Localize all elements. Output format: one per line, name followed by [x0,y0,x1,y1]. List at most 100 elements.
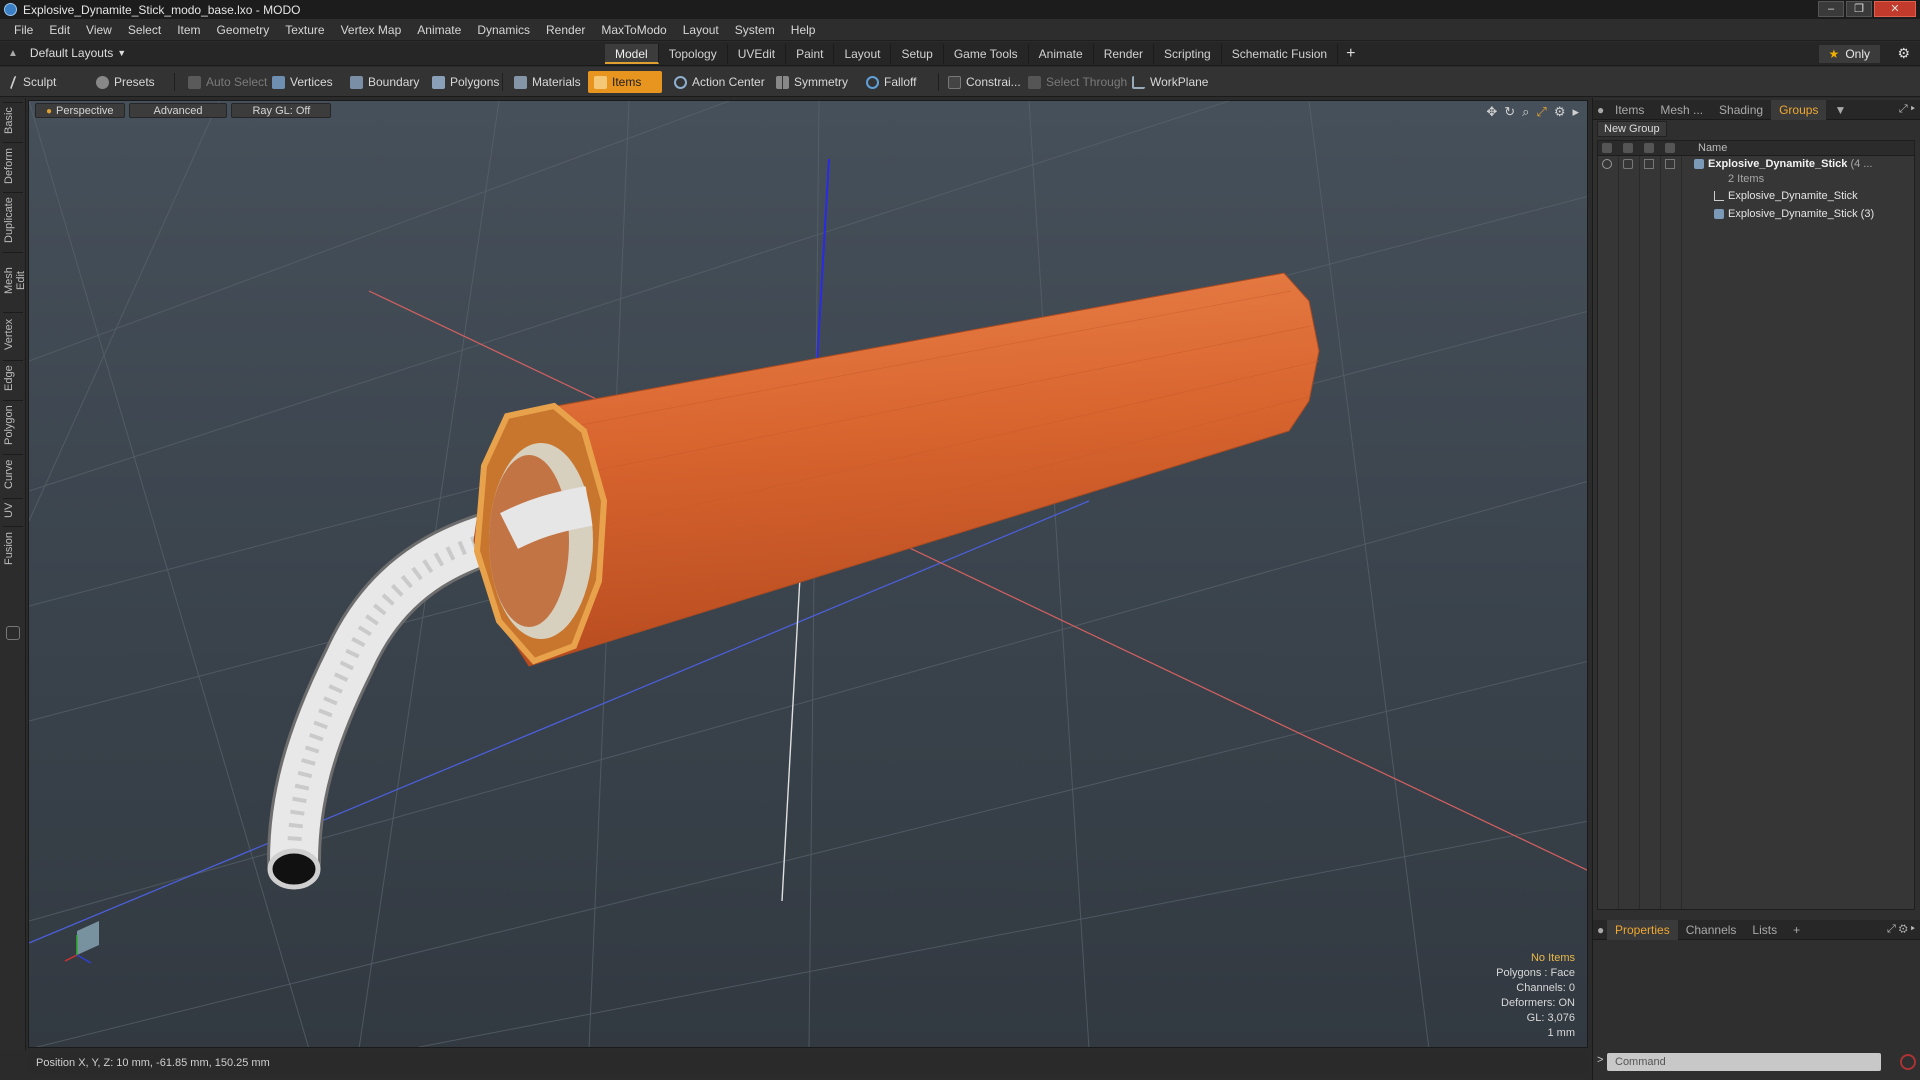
tab-animate[interactable]: Animate [1029,44,1094,64]
3d-viewport[interactable]: ● Perspective Advanced Ray GL: Off ✥ ↻ ⌕ … [28,100,1588,1048]
menu-animate[interactable]: Animate [409,19,469,41]
workplane-button[interactable]: WorkPlane [1126,71,1214,93]
tab-uvedit[interactable]: UVEdit [728,44,787,64]
tab-layout[interactable]: Layout [834,44,892,64]
vtab-uv[interactable]: UV [3,498,23,522]
rotate-icon[interactable]: ↻ [1504,104,1515,120]
sculpt-button[interactable]: Sculpt [6,71,62,93]
close-button[interactable]: ✕ [1874,1,1916,17]
select-col-icon[interactable] [1665,143,1675,153]
tab-schematic-fusion[interactable]: Schematic Fusion [1222,44,1339,64]
tab-groups[interactable]: Groups [1771,99,1827,120]
add-tab-icon[interactable]: + [1338,44,1363,64]
boundary-button[interactable]: Boundary [344,71,425,93]
vtab-mesh-edit[interactable]: Mesh Edit [3,252,27,308]
menu-view[interactable]: View [78,19,120,41]
gear-icon[interactable]: ⚙ [1897,45,1910,62]
groups-list[interactable]: Name Explosive_Dynamite_Stick (4 ... 2 I… [1597,140,1915,910]
scene-canvas[interactable] [29,101,1588,1048]
fit-icon[interactable]: ⤢ [1536,104,1546,120]
eye-icon[interactable] [1602,159,1612,169]
lock-toggle-icon[interactable] [1644,159,1654,169]
gizmo-y-axis[interactable] [781,558,802,902]
chevron-down-icon[interactable]: ▼ [1826,100,1854,120]
command-input[interactable]: Command [1607,1053,1881,1071]
menu-vertex-map[interactable]: Vertex Map [333,19,410,41]
tab-channels[interactable]: Channels [1678,920,1745,940]
menu-maxtomodo[interactable]: MaxToModo [593,19,674,41]
tab-shading[interactable]: Shading [1711,100,1771,120]
zoom-icon[interactable]: ⌕ [1522,104,1529,120]
tab-properties[interactable]: Properties [1607,919,1678,940]
menu-geometry[interactable]: Geometry [209,19,278,41]
expand-arrow-icon[interactable]: ▸ [1572,104,1579,120]
menu-dynamics[interactable]: Dynamics [469,19,538,41]
tab-mesh[interactable]: Mesh ... [1652,100,1711,120]
only-toggle[interactable]: ★ Only [1818,45,1880,63]
panel-settings-icon[interactable]: ⤢ ⚙ ▸ [1887,923,1915,936]
presets-button[interactable]: Presets [90,71,161,93]
layouts-dropdown[interactable]: ▲ Default Layouts ▼ [8,46,126,60]
constrain-button[interactable]: Constrai... [942,71,1027,93]
vtab-edge[interactable]: Edge [3,360,23,396]
tab-topology[interactable]: Topology [659,44,728,64]
group-row[interactable]: Explosive_Dynamite_Stick (4 ... [1598,157,1914,173]
menu-edit[interactable]: Edit [41,19,78,41]
tab-setup[interactable]: Setup [891,44,944,64]
add-tab-icon[interactable]: + [1785,920,1808,940]
menu-layout[interactable]: Layout [675,19,727,41]
render-col-icon[interactable] [1623,143,1633,153]
menu-system[interactable]: System [727,19,783,41]
raygl-toggle[interactable]: Ray GL: Off [231,103,332,118]
command-history-icon[interactable] [1900,1054,1916,1070]
group-child-row[interactable]: Explosive_Dynamite_Stick [1598,189,1914,205]
vtab-deform[interactable]: Deform [3,142,23,188]
minimize-button[interactable]: – [1818,1,1844,17]
vtab-fusion[interactable]: Fusion [3,526,23,570]
symmetry-button[interactable]: Symmetry [770,71,854,93]
polygons-button[interactable]: Polygons [426,71,505,93]
tab-game-tools[interactable]: Game Tools [944,44,1029,64]
items-button[interactable]: Items [588,71,662,93]
perspective-dropdown[interactable]: ● Perspective [35,103,125,118]
falloff-button[interactable]: Falloff [860,71,922,93]
gizmo-z-axis[interactable] [816,158,830,364]
new-group-button[interactable]: New Group [1597,121,1667,137]
panel-dot-icon[interactable]: ● [1593,920,1607,940]
group-child-row[interactable]: Explosive_Dynamite_Stick (3) [1598,207,1914,223]
shading-dropdown[interactable]: Advanced [128,103,228,118]
render-toggle-icon[interactable] [1623,159,1633,169]
materials-button[interactable]: Materials [508,71,587,93]
menu-render[interactable]: Render [538,19,593,41]
panel-dot-icon[interactable]: ● [1593,100,1607,120]
action-center-button[interactable]: Action Center [668,71,771,93]
pin-icon[interactable]: ▲ [8,48,18,59]
visibility-col-icon[interactable] [1602,143,1612,153]
vtab-duplicate[interactable]: Duplicate [3,192,23,248]
lock-col-icon[interactable] [1644,143,1654,153]
maximize-button[interactable]: ❐ [1846,1,1872,17]
tab-render[interactable]: Render [1094,44,1155,64]
tab-items[interactable]: Items [1607,100,1652,120]
menu-texture[interactable]: Texture [277,19,332,41]
vertices-button[interactable]: Vertices [266,71,339,93]
vtab-polygon[interactable]: Polygon [3,400,23,450]
vtab-basic[interactable]: Basic [3,102,23,138]
select-through-button[interactable]: Select Through [1022,71,1133,93]
menu-help[interactable]: Help [783,19,824,41]
move-icon[interactable]: ✥ [1486,104,1497,120]
tab-lists[interactable]: Lists [1744,920,1785,940]
expand-panel-icon[interactable]: ⤢ ▸ [1899,103,1915,116]
menu-select[interactable]: Select [120,19,169,41]
vtab-curve[interactable]: Curve [3,454,23,494]
menu-item[interactable]: Item [169,19,208,41]
select-toggle-icon[interactable] [1665,159,1675,169]
vtab-vertex[interactable]: Vertex [3,312,23,356]
tab-paint[interactable]: Paint [786,44,835,64]
menu-file[interactable]: File [6,19,41,41]
tab-scripting[interactable]: Scripting [1154,44,1222,64]
panel-toggle-icon[interactable] [6,626,20,640]
gear-icon[interactable]: ⚙ [1554,104,1566,120]
tab-model[interactable]: Model [605,44,659,64]
auto-select-button[interactable]: Auto Select [182,71,273,93]
